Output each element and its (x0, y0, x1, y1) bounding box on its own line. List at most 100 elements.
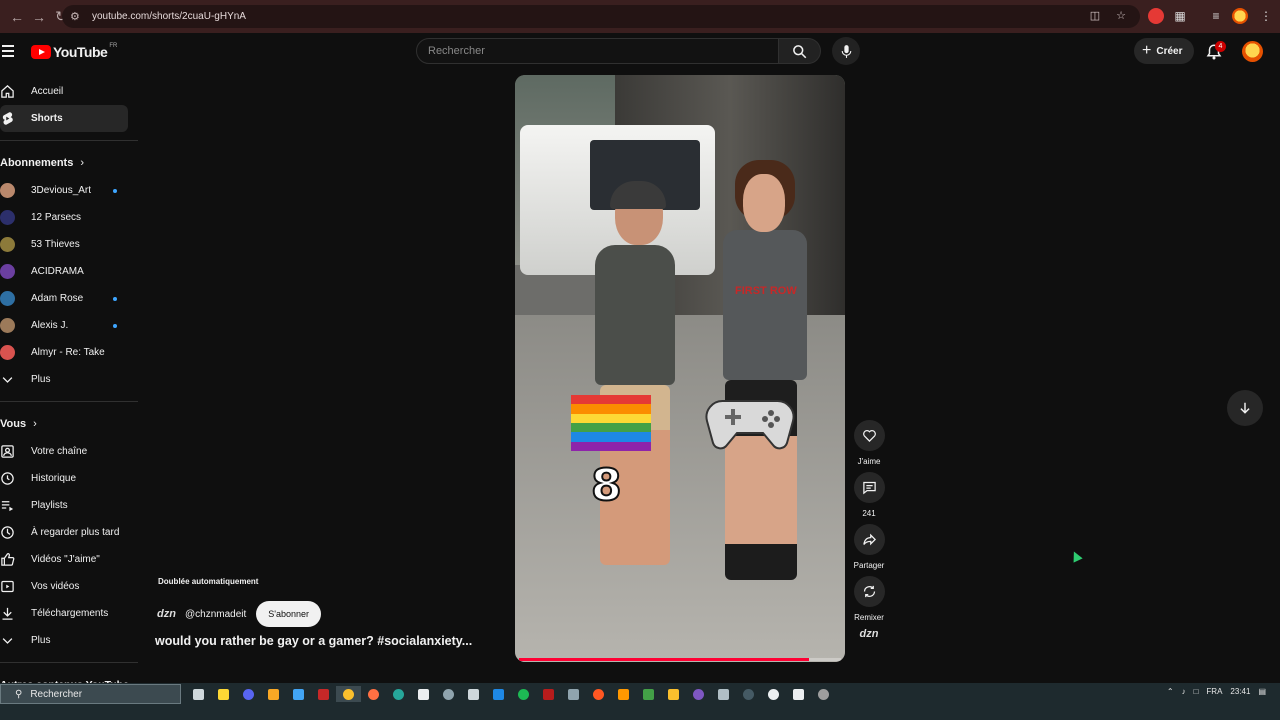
clock[interactable]: 23:41 (1230, 687, 1250, 696)
sidebar-item-more-you[interactable]: Plus (0, 627, 138, 654)
install-app-icon[interactable]: ◫ (1088, 9, 1102, 23)
channel-handle[interactable]: @chznmadeit (185, 609, 246, 620)
your-videos-icon (1, 580, 14, 593)
firefox-icon[interactable] (361, 686, 386, 702)
subscriptions-header[interactable]: Abonnements › (0, 149, 138, 177)
extensions-puzzle-icon[interactable]: ▦ (1172, 8, 1188, 24)
app-icon[interactable] (561, 686, 586, 702)
sticky-notes-icon[interactable] (211, 686, 236, 702)
playlists-icon (1, 501, 14, 512)
site-settings-icon[interactable]: ⚙ (70, 10, 84, 24)
search-button[interactable] (779, 38, 821, 64)
app-icon[interactable] (686, 686, 711, 702)
steam-icon[interactable] (736, 686, 761, 702)
app-icon[interactable] (761, 686, 786, 702)
share-label: Partager (853, 561, 885, 570)
create-button[interactable]: + Créer (1134, 38, 1194, 64)
sidebar-subscription-item[interactable]: Adam Rose (0, 285, 138, 312)
sidebar-item-your-channel[interactable]: Votre chaîne (0, 438, 138, 465)
task-view-icon[interactable] (186, 686, 211, 702)
windows-taskbar: ⚲ Rechercher ⌃ ♪ □ FRA 23:41 ▤ (0, 683, 1280, 720)
sidebar-subscription-item[interactable]: ACIDRAMA (0, 258, 138, 285)
sidebar-item-history[interactable]: Historique (0, 465, 138, 492)
remix-button[interactable] (853, 576, 885, 607)
app-icon[interactable] (786, 686, 811, 702)
plus-icon: + (1142, 42, 1152, 59)
discord-icon[interactable] (236, 686, 261, 702)
app-icon[interactable] (586, 686, 611, 702)
taskbar-search[interactable]: ⚲ Rechercher (0, 684, 181, 704)
short-title[interactable]: would you rather be gay or a gamer? #soc… (155, 634, 472, 648)
app-icon[interactable] (311, 686, 336, 702)
share-icon (862, 533, 876, 546)
share-button[interactable] (853, 524, 885, 555)
sidebar-item-playlists[interactable]: Playlists (0, 492, 138, 519)
sound-channel-logo[interactable]: dzn (853, 628, 885, 640)
sidebar-subscription-item[interactable]: Alexis J. (0, 312, 138, 339)
sidebar-item-shorts[interactable]: Shorts (0, 105, 128, 132)
app-icon[interactable] (436, 686, 461, 702)
app-icon[interactable] (661, 686, 686, 702)
notifications-icon[interactable]: ▤ (1258, 687, 1266, 696)
other-youtube-header: Autres contenus YouTube (0, 671, 138, 683)
flag-stripe (571, 395, 651, 405)
sidebar-item-more-subscriptions[interactable]: Plus (0, 366, 138, 393)
comments-button[interactable] (853, 472, 885, 503)
chrome-icon[interactable] (336, 686, 361, 702)
profile-avatar-icon[interactable] (1232, 8, 1248, 24)
app-icon[interactable] (461, 686, 486, 702)
sidebar-subscription-item[interactable]: Almyr - Re: Take (0, 339, 138, 366)
youtube-play-icon (31, 45, 51, 59)
language-indicator[interactable]: FRA (1206, 687, 1222, 696)
network-icon[interactable]: □ (1194, 687, 1199, 696)
app-icon[interactable] (536, 686, 561, 702)
app-icon[interactable] (486, 686, 511, 702)
store-icon[interactable] (411, 686, 436, 702)
sidebar-divider (0, 662, 138, 663)
video-progress-bar[interactable] (519, 658, 809, 661)
reading-list-icon[interactable]: ≡ (1208, 8, 1224, 24)
spotify-icon[interactable] (511, 686, 536, 702)
back-icon[interactable]: ← (6, 6, 28, 28)
address-bar[interactable]: ⚙ youtube.com/shorts/2cuaU-gHYnA ◫ ☆ (62, 5, 1140, 28)
like-button[interactable] (853, 420, 885, 451)
you-header[interactable]: Vous › (0, 410, 138, 438)
volume-icon[interactable]: ♪ (1182, 687, 1186, 696)
channel-logo[interactable]: dzn (157, 608, 182, 620)
search-input[interactable] (417, 39, 778, 63)
account-avatar[interactable] (1242, 41, 1263, 62)
chevron-up-icon[interactable]: ⌃ (1167, 687, 1174, 696)
next-short-button[interactable] (1227, 390, 1263, 426)
voice-search-button[interactable] (832, 37, 860, 65)
browser-menu-icon[interactable]: ⋮ (1258, 8, 1274, 24)
sidebar-item-home[interactable]: Accueil (0, 78, 138, 105)
app-icon[interactable] (811, 686, 836, 702)
vlc-icon[interactable] (611, 686, 636, 702)
extension-icon[interactable] (1148, 8, 1164, 24)
short-video-player[interactable]: FIRST ROW 8 (515, 75, 845, 662)
chevron-down-icon (2, 377, 13, 383)
thumbs-up-icon (1, 553, 15, 566)
youtube-logo[interactable]: YouTube FR (31, 43, 117, 60)
hamburger-menu-icon[interactable] (2, 45, 14, 57)
bookmark-star-icon[interactable]: ☆ (1114, 9, 1128, 23)
app-icon[interactable] (711, 686, 736, 702)
shorts-icon (2, 112, 13, 125)
overlay-number: 8 (590, 459, 623, 512)
edge-icon[interactable] (386, 686, 411, 702)
app-icon[interactable] (286, 686, 311, 702)
sidebar-subscription-item[interactable]: 12 Parsecs (0, 204, 138, 231)
subscribe-button[interactable]: S'abonner (256, 601, 322, 627)
sidebar-item-liked-videos[interactable]: Vidéos "J'aime" (0, 546, 138, 573)
sidebar-item-your-videos[interactable]: Vos vidéos (0, 573, 138, 600)
forward-icon[interactable]: → (28, 6, 50, 28)
sidebar-item-downloads[interactable]: Téléchargements (0, 600, 138, 627)
sidebar-subscription-item[interactable]: 3Devious_Art (0, 177, 138, 204)
xbox-icon[interactable] (636, 686, 661, 702)
taskbar-apps (186, 686, 836, 702)
channel-avatar (0, 237, 15, 252)
file-explorer-icon[interactable] (261, 686, 286, 702)
sidebar-subscription-item[interactable]: 53 Thieves (0, 231, 138, 258)
remix-label: Remixer (854, 613, 884, 622)
sidebar-item-watch-later[interactable]: À regarder plus tard (0, 519, 138, 546)
